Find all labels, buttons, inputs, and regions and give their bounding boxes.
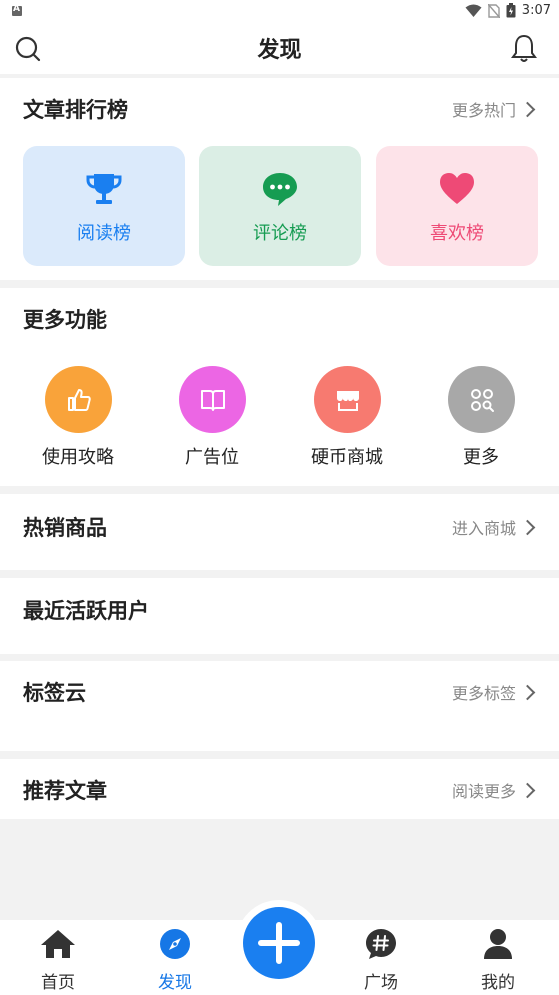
active-users-section: 最近活跃用户 xyxy=(0,578,559,654)
guide-circle xyxy=(44,366,112,433)
enter-shop-link[interactable]: 进入商城 xyxy=(451,515,536,539)
guide-label: 使用攻略 xyxy=(42,447,114,468)
guide-item[interactable]: 使用攻略 xyxy=(18,366,138,469)
comment-ranking-tile[interactable]: 评论榜 xyxy=(199,146,361,266)
recommend-section: 推荐文章 阅读更多 xyxy=(0,759,559,819)
tab-mine-label: 我的 xyxy=(481,973,515,993)
book-icon xyxy=(200,390,225,411)
more-tags-link[interactable]: 更多标签 xyxy=(451,680,536,704)
home-icon xyxy=(41,930,75,958)
read-more-link[interactable]: 阅读更多 xyxy=(451,778,536,802)
functions-section: 更多功能 使用攻略 广告位 硬币商城 更多 xyxy=(0,288,559,486)
tags-title: 标签云 xyxy=(23,681,86,705)
battery-icon xyxy=(506,3,516,18)
more-functions-item[interactable]: 更多 xyxy=(421,366,541,469)
more-tags-label: 更多标签 xyxy=(451,684,516,703)
active-users-title: 最近活跃用户 xyxy=(23,599,149,623)
recommend-title: 推荐文章 xyxy=(23,779,107,803)
tab-discover-label: 发现 xyxy=(158,973,192,993)
coin-shop-item[interactable]: 硬币商城 xyxy=(287,366,407,469)
tab-mine[interactable]: 我的 xyxy=(443,928,553,993)
tab-square[interactable]: 广场 xyxy=(326,928,436,993)
chevron-right-icon xyxy=(519,684,536,700)
ad-item[interactable]: 广告位 xyxy=(152,366,272,469)
no-sim-icon xyxy=(487,3,500,18)
plus-icon xyxy=(258,922,300,964)
enter-shop-label: 进入商城 xyxy=(451,519,516,538)
shop-icon xyxy=(336,391,359,411)
hashtag-chat-icon xyxy=(366,929,396,959)
more-functions-circle xyxy=(447,366,515,433)
tab-discover[interactable]: 发现 xyxy=(120,928,230,993)
page-title: 发现 xyxy=(257,38,302,63)
chevron-right-icon xyxy=(519,519,536,535)
chevron-right-icon xyxy=(519,782,536,798)
read-ranking-label: 阅读榜 xyxy=(77,223,131,244)
thumbs-up-icon xyxy=(67,389,91,411)
comment-ranking-label: 评论榜 xyxy=(253,223,307,244)
ad-circle xyxy=(178,366,246,433)
wifi-icon xyxy=(465,4,482,17)
like-ranking-tile[interactable]: 喜欢榜 xyxy=(376,146,538,266)
like-ranking-label: 喜欢榜 xyxy=(430,223,484,244)
notification-icon xyxy=(12,4,22,16)
post-button[interactable] xyxy=(243,907,315,979)
coin-shop-label: 硬币商城 xyxy=(311,447,383,468)
comment-icon xyxy=(263,173,297,206)
apps-search-icon xyxy=(470,389,494,412)
hot-goods-title: 热销商品 xyxy=(23,516,107,540)
compass-icon xyxy=(160,929,190,959)
read-more-label: 阅读更多 xyxy=(451,782,516,801)
functions-title: 更多功能 xyxy=(23,308,107,332)
tab-home-label: 首页 xyxy=(41,973,75,993)
ranking-title: 文章排行榜 xyxy=(23,98,128,122)
bell-icon[interactable] xyxy=(511,34,537,64)
trophy-icon xyxy=(86,174,122,204)
status-time: 3:07 xyxy=(521,3,551,18)
more-hot-label: 更多热门 xyxy=(451,101,516,120)
ad-label: 广告位 xyxy=(185,447,239,468)
user-icon xyxy=(484,929,512,959)
hot-goods-section: 热销商品 进入商城 xyxy=(0,494,559,570)
heart-icon xyxy=(440,173,474,204)
tab-home[interactable]: 首页 xyxy=(3,928,113,993)
coin-shop-circle xyxy=(313,366,381,433)
read-ranking-tile[interactable]: 阅读榜 xyxy=(23,146,185,266)
more-functions-label: 更多 xyxy=(463,447,499,468)
status-bar: 3:07 xyxy=(0,0,559,24)
chevron-right-icon xyxy=(519,101,536,117)
top-bar: 发现 xyxy=(0,24,559,74)
tab-square-label: 广场 xyxy=(364,973,398,993)
more-hot-link[interactable]: 更多热门 xyxy=(451,97,536,121)
tags-section: 标签云 更多标签 xyxy=(0,661,559,751)
ranking-section: 文章排行榜 更多热门 阅读榜 评论榜 喜欢榜 xyxy=(0,78,559,280)
